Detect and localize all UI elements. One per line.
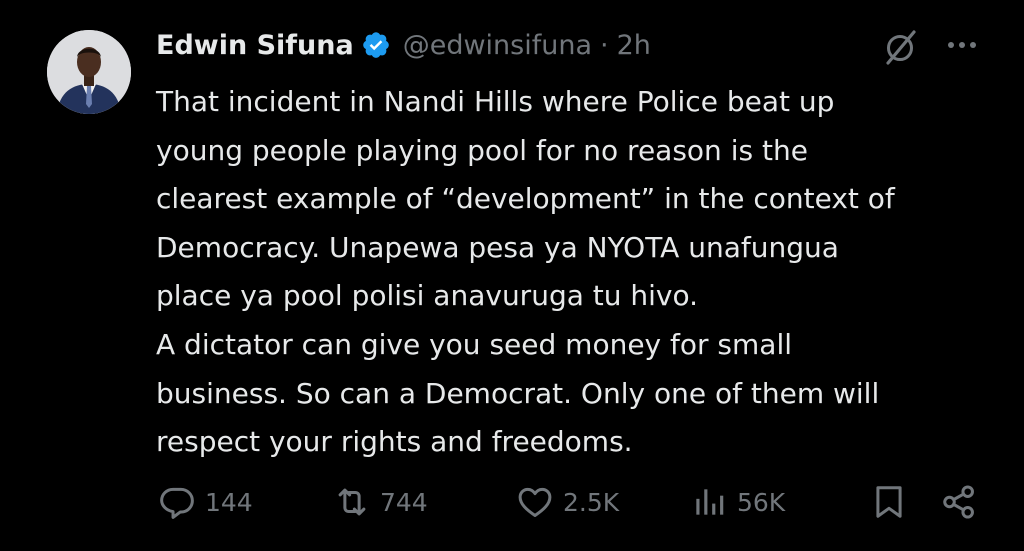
tweet-text-line: Democracy. Unapewa pesa ya NYOTA unafung… bbox=[156, 230, 839, 264]
views-icon bbox=[690, 483, 728, 521]
author-name[interactable]: Edwin Sifuna bbox=[156, 30, 354, 61]
reply-icon bbox=[158, 483, 196, 521]
tweet-text-line: That incident in Nandi Hills where Polic… bbox=[156, 85, 835, 118]
verified-badge-icon bbox=[361, 30, 391, 60]
bookmark-button[interactable] bbox=[870, 478, 908, 526]
action-bar: 144 744 2.5K 56K bbox=[0, 478, 1024, 526]
more-icon[interactable] bbox=[946, 33, 978, 57]
tweet-text-line: business. So can a Democrat. Only one of… bbox=[156, 376, 880, 410]
grok-icon[interactable] bbox=[880, 27, 920, 67]
reply-count: 144 bbox=[205, 487, 253, 517]
retweet-icon bbox=[333, 483, 371, 521]
reply-button[interactable]: 144 bbox=[158, 478, 253, 526]
retweet-button[interactable]: 744 bbox=[333, 478, 428, 526]
tweet-text-line: clearest example of “development” in the… bbox=[156, 182, 895, 216]
author-handle[interactable]: @edwinsifuna bbox=[403, 30, 592, 61]
like-icon bbox=[516, 483, 554, 521]
tweet-header: Edwin Sifuna @edwinsifuna · 2h bbox=[156, 22, 651, 68]
share-button[interactable] bbox=[940, 478, 978, 526]
tweet-text-line: place ya pool polisi anavuruga tu hivo. bbox=[156, 279, 699, 313]
avatar-photo bbox=[47, 30, 131, 114]
timestamp[interactable]: 2h bbox=[617, 30, 651, 61]
separator-dot: · bbox=[600, 29, 609, 61]
views-button[interactable]: 56K bbox=[690, 478, 785, 526]
like-button[interactable]: 2.5K bbox=[516, 478, 619, 526]
tweet-text-line: young people playing pool for no reason … bbox=[156, 133, 808, 167]
like-count: 2.5K bbox=[563, 487, 620, 517]
retweet-count: 744 bbox=[380, 487, 428, 517]
tweet-text-line: A dictator can give you seed money for s… bbox=[156, 327, 793, 361]
avatar[interactable] bbox=[47, 30, 131, 114]
tweet-text: That incident in Nandi Hills where Polic… bbox=[156, 78, 1006, 467]
views-count: 56K bbox=[737, 487, 786, 517]
share-icon bbox=[940, 483, 978, 521]
bookmark-icon bbox=[870, 483, 908, 521]
tweet-text-line: respect your rights and freedoms. bbox=[156, 425, 633, 459]
